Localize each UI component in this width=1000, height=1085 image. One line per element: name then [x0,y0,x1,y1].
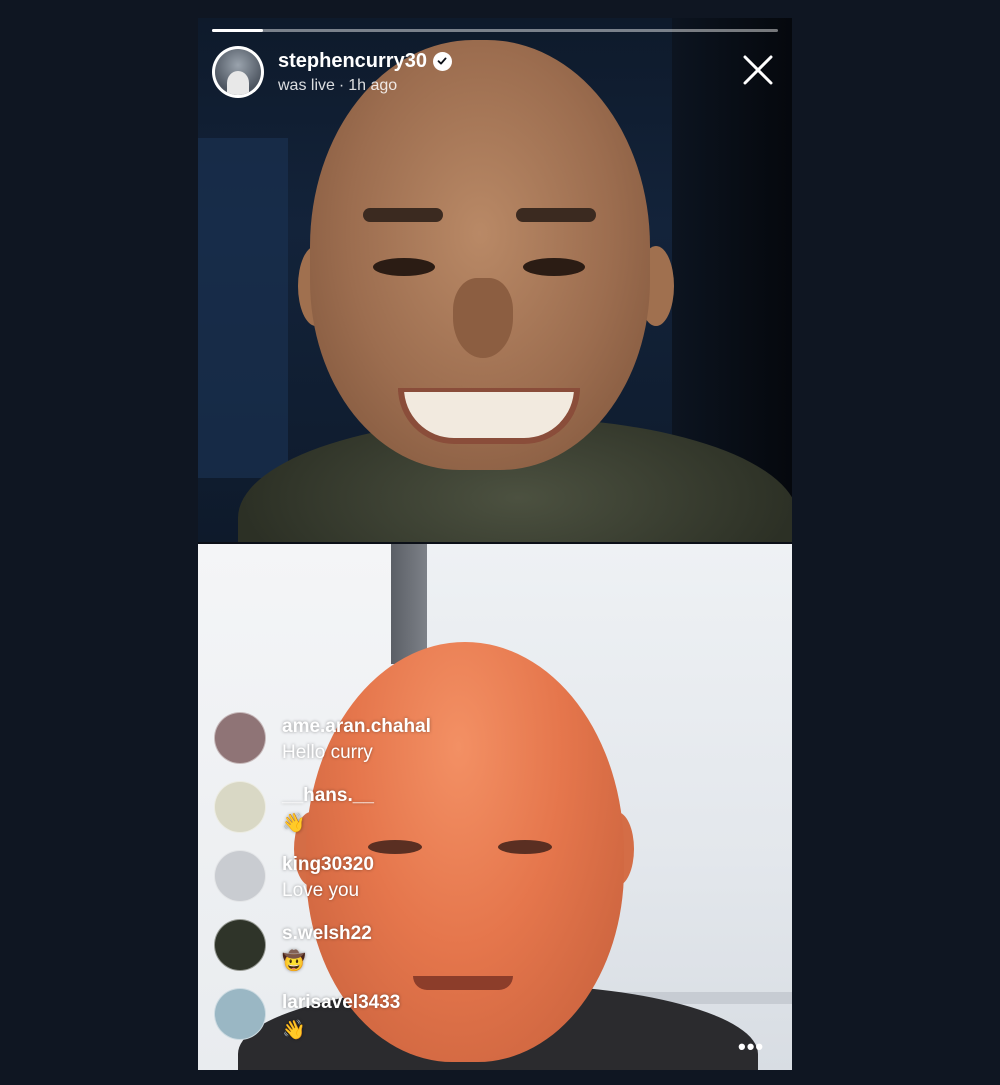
comment-text: 👋 [282,813,306,834]
header-text: stephencurry30 was live · 1h ago [278,50,452,95]
status-separator: · [338,76,345,94]
host-mouth [398,388,580,444]
close-icon [743,55,773,85]
comment-item: ame.aran.chahal Hello curry [214,712,594,781]
username-row: stephencurry30 [278,50,452,73]
background-panel [198,138,288,478]
close-button[interactable] [740,52,776,88]
live-status-line: was live · 1h ago [278,77,452,95]
comment-body: ame.aran.chahal Hello curry [282,712,431,764]
comment-avatar[interactable] [214,781,266,833]
profile-avatar[interactable] [215,49,261,95]
comment-username[interactable]: s.welsh22 [282,923,372,945]
comment-username[interactable]: __hans.__ [282,785,374,807]
comment-body: s.welsh22 🤠 [282,919,372,973]
live-status: was live [278,76,335,94]
host-eye-right [523,258,585,276]
host-brow-left [363,208,443,222]
comment-avatar[interactable] [214,712,266,764]
comment-feed: ame.aran.chahal Hello curry __hans.__ 👋 … [214,712,594,1057]
comment-text: Hello curry [282,742,373,763]
comment-text: Love you [282,880,360,901]
live-header: stephencurry30 was live · 1h ago [212,42,452,102]
comment-username[interactable]: ame.aran.chahal [282,716,431,738]
comment-body: __hans.__ 👋 [282,781,374,835]
comment-body: king30320 Love you [282,850,374,902]
comment-item: king30320 Love you [214,850,594,919]
host-brow-right [516,208,596,222]
comment-text: 👋 [282,1020,306,1041]
host-nose [453,278,513,358]
story-progress-fill [212,29,263,32]
story-progress-bar [212,29,778,32]
more-options-button[interactable]: ••• [738,1034,764,1060]
comment-avatar[interactable] [214,988,266,1040]
comment-item: larisavel3433 👋 [214,988,594,1057]
comment-body: larisavel3433 👋 [282,988,400,1042]
comment-text: 🤠 [282,951,306,972]
comment-avatar[interactable] [214,850,266,902]
comment-username[interactable]: king30320 [282,854,374,876]
time-ago: 1h ago [348,76,398,94]
comment-username[interactable]: larisavel3433 [282,992,400,1014]
comment-avatar[interactable] [214,919,266,971]
profile-avatar-ring[interactable] [212,46,264,98]
comment-item: __hans.__ 👋 [214,781,594,850]
verified-badge-icon [432,51,452,71]
username[interactable]: stephencurry30 [278,50,427,73]
host-eye-left [373,258,435,276]
background-pillar [391,544,427,664]
comment-item: s.welsh22 🤠 [214,919,594,988]
live-viewer: stephencurry30 was live · 1h ago ame.aran.… [198,18,792,1070]
